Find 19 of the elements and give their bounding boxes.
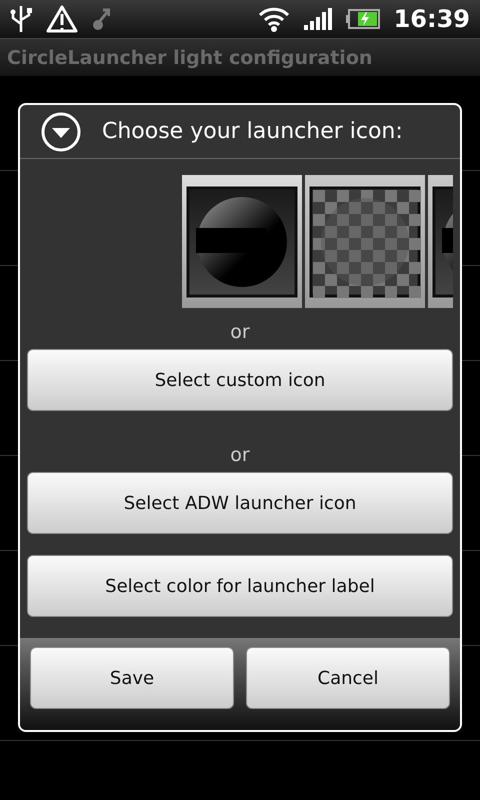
icon-option[interactable]: [305, 175, 425, 308]
option-button[interactable]: Select color for launcher label: [27, 555, 453, 617]
warning-icon: [46, 4, 78, 34]
dialog-title: Choose your launcher icon:: [102, 119, 403, 144]
app-title: CircleLauncher light configuration: [7, 46, 372, 68]
notification-icon: [92, 6, 110, 32]
wifi-icon: [258, 6, 290, 32]
cancel-button[interactable]: Cancel: [246, 647, 450, 709]
signal-icon: [304, 8, 332, 30]
option-button[interactable]: Select custom icon: [27, 349, 453, 411]
or-label: or: [230, 443, 250, 468]
clock-time: 16:39: [394, 5, 470, 33]
save-button[interactable]: Save: [30, 647, 234, 709]
or-label: or: [230, 320, 250, 345]
battery-icon: [346, 9, 380, 29]
usb-icon: [10, 4, 32, 34]
dropdown-icon: [40, 110, 82, 152]
icon-option[interactable]: [182, 175, 302, 308]
option-button[interactable]: Select ADW launcher icon: [27, 472, 453, 534]
